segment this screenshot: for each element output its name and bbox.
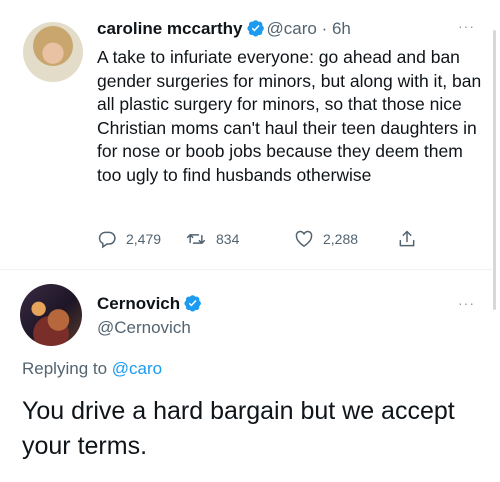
more-options-icon[interactable]: ··· [458, 18, 475, 34]
heart-icon [295, 230, 313, 247]
replying-to: Replying to @caro [22, 359, 162, 379]
verified-badge-icon [184, 294, 202, 317]
share-icon [399, 230, 415, 247]
action-bar: 2,479 834 2,288 [97, 229, 427, 251]
like-button[interactable]: 2,288 [294, 229, 358, 249]
author-name[interactable]: Cernovich [97, 294, 180, 313]
avatar[interactable] [23, 22, 83, 82]
replying-to-link[interactable]: @caro [112, 359, 162, 378]
author-handle[interactable]: @Cernovich [97, 318, 191, 338]
replying-prefix: Replying to [22, 359, 112, 378]
avatar[interactable] [20, 284, 82, 346]
tweet-text: A take to infuriate everyone: go ahead a… [97, 47, 482, 185]
author-handle[interactable]: @caro [267, 19, 317, 38]
share-button[interactable] [397, 229, 426, 249]
more-options-icon[interactable]: ··· [458, 295, 475, 311]
divider [0, 269, 492, 270]
like-count: 2,288 [323, 231, 359, 247]
reply-text: You drive a hard bargain but we accept y… [22, 397, 455, 460]
reply-button[interactable]: 2,479 [97, 229, 161, 249]
timestamp[interactable]: 6h [332, 19, 351, 38]
reply-count: 2,479 [126, 231, 162, 247]
separator: · [316, 19, 332, 38]
retweet-icon [186, 234, 206, 244]
author-name[interactable]: caroline mccarthy [97, 19, 243, 38]
retweet-button[interactable]: 834 [185, 229, 239, 249]
original-tweet[interactable]: caroline mccarthy @caro · 6h ··· A take t… [0, 0, 500, 270]
verified-badge-icon [246, 19, 265, 42]
reply-icon [98, 231, 116, 249]
tweet-header: caroline mccarthy @caro · 6h [97, 19, 351, 42]
reply-author-row: Cernovich [97, 294, 204, 317]
retweet-count: 834 [216, 231, 240, 247]
